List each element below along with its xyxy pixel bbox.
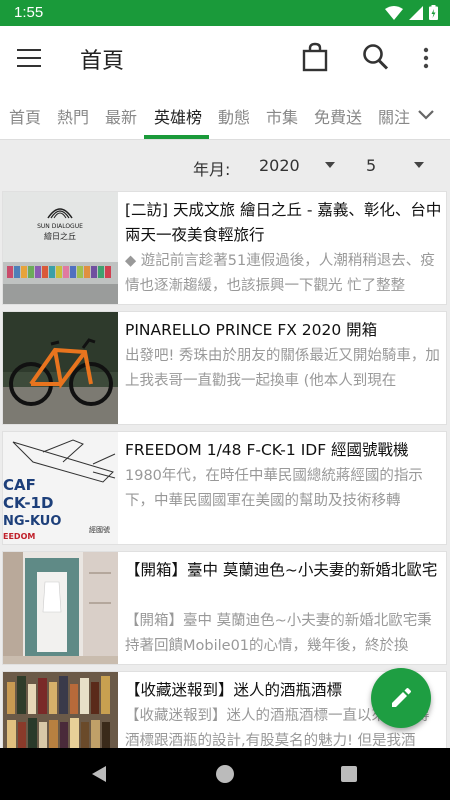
tab-heroes[interactable]: 英雄榜 xyxy=(154,104,202,128)
tab-home[interactable]: 首頁 xyxy=(9,104,41,128)
month-select[interactable]: 5 xyxy=(366,156,376,175)
article-desc: 1980年代，在時任中華民國總統蔣經國的指示下，中華民國國軍在美國的幫助及技術移… xyxy=(125,468,423,509)
active-tab-indicator xyxy=(144,135,209,139)
kit-line3-text: NG-KUO xyxy=(3,514,61,529)
kit-side-text: 經國號 xyxy=(89,525,110,534)
article-thumbnail: SUN DIALOGUE 繪日之丘 xyxy=(3,192,118,304)
pencil-icon xyxy=(392,688,411,707)
article-card[interactable]: 【開箱】臺中 莫蘭迪色~小夫妻的新婚北歐宅 【開箱】臺中 莫蘭迪色~小夫妻的新婚… xyxy=(2,551,447,665)
tab-free[interactable]: 免費送 xyxy=(314,104,362,128)
tab-follow[interactable]: 關注 xyxy=(378,104,410,128)
status-bar: 1:55 xyxy=(0,0,450,26)
article-desc: 出發吧! 秀珠由於朋友的關係最近又開始騎車，加上我表哥一直勸我一起換車 (他本人… xyxy=(125,348,440,389)
category-tabs: 首頁 熱門 最新 英雄榜 動態 市集 免費送 關注 xyxy=(0,90,450,140)
article-desc: ◆ 遊記前言趁著51連假過後，人潮稍稍退去、疫情也逐漸趨緩，也該振興一下觀光 忙… xyxy=(125,253,435,294)
article-desc: 【開箱】臺中 莫蘭迪色~小夫妻的新婚北歐宅秉持著回饋Mobile01的心情，幾年… xyxy=(125,613,432,654)
month-dropdown-arrow-icon[interactable] xyxy=(414,162,424,168)
shopping-bag-icon[interactable] xyxy=(302,42,328,72)
date-filter: 年月: 2020 5 xyxy=(0,141,450,189)
wifi-icon xyxy=(385,5,403,20)
tab-hot[interactable]: 熱門 xyxy=(57,104,89,128)
article-title: 【開箱】臺中 莫蘭迪色~小夫妻的新婚北歐宅 xyxy=(125,561,438,579)
status-icons xyxy=(385,5,438,20)
recent-apps-icon[interactable] xyxy=(341,766,357,782)
menu-icon[interactable] xyxy=(14,44,44,72)
article-thumbnail xyxy=(3,312,118,424)
article-card[interactable]: SUN DIALOGUE 繪日之丘 [二訪] 天成文旅 繪日之丘 - 嘉義、彰化… xyxy=(2,191,447,305)
kit-line1-text: CAF xyxy=(3,476,36,494)
chevron-down-icon[interactable] xyxy=(416,104,436,124)
tab-market[interactable]: 市集 xyxy=(266,104,298,128)
article-title: [二訪] 天成文旅 繪日之丘 - 嘉義、彰化、台中 兩天一夜美食輕旅行 xyxy=(125,201,442,244)
kit-brand-text: EEDOM xyxy=(3,532,35,541)
status-time: 1:55 xyxy=(14,4,44,21)
article-card[interactable]: CAF CK-1D NG-KUO EEDOM 經國號 FREEDOM 1/48 … xyxy=(2,431,447,545)
tab-latest[interactable]: 最新 xyxy=(105,104,137,128)
article-title: FREEDOM 1/48 F-CK-1 IDF 經國號戰機 xyxy=(125,441,409,459)
tab-activity[interactable]: 動態 xyxy=(218,104,250,128)
year-select[interactable]: 2020 xyxy=(259,156,300,175)
search-icon[interactable] xyxy=(362,42,390,72)
filter-label: 年月: xyxy=(193,160,231,179)
app-bar: 首頁 xyxy=(0,26,450,90)
cafe-sign-text: SUN DIALOGUE xyxy=(37,223,83,230)
home-icon[interactable] xyxy=(216,765,234,783)
back-icon[interactable] xyxy=(90,764,108,784)
more-vert-icon[interactable] xyxy=(416,44,436,72)
article-thumbnail xyxy=(3,552,118,664)
page-title: 首頁 xyxy=(80,49,125,74)
article-thumbnail: CAF CK-1D NG-KUO EEDOM 經國號 xyxy=(3,432,118,544)
battery-icon xyxy=(429,5,438,20)
kit-line2-text: CK-1D xyxy=(3,494,53,512)
system-nav-bar xyxy=(0,748,450,800)
article-thumbnail xyxy=(3,672,118,750)
year-dropdown-arrow-icon[interactable] xyxy=(325,162,335,168)
compose-fab[interactable] xyxy=(371,668,431,728)
cafe-sub-text: 繪日之丘 xyxy=(44,231,76,241)
article-card[interactable]: PINARELLO PRINCE FX 2020 開箱 出發吧! 秀珠由於朋友的… xyxy=(2,311,447,425)
article-title: PINARELLO PRINCE FX 2020 開箱 xyxy=(125,321,378,339)
signal-icon xyxy=(409,5,423,20)
